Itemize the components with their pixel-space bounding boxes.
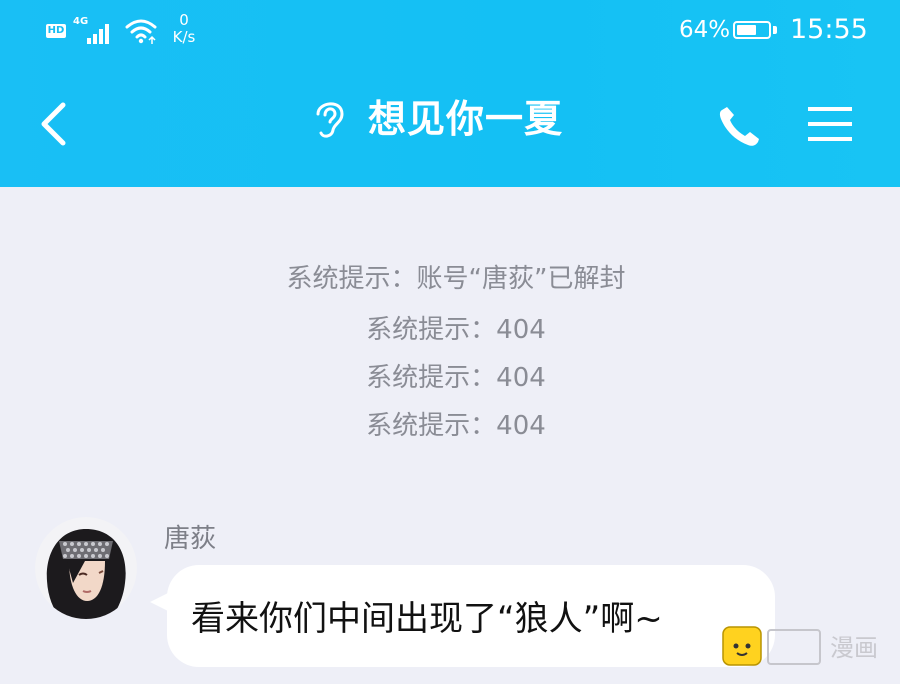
watermark-logo-icon: [722, 626, 762, 666]
hamburger-menu-icon[interactable]: [808, 104, 852, 144]
ear-icon[interactable]: [312, 97, 348, 139]
battery-percent: 64%: [679, 17, 731, 43]
watermark-text: 漫画: [830, 634, 878, 662]
wifi-icon: [125, 19, 157, 44]
avatar[interactable]: [35, 517, 137, 619]
message-bubble[interactable]: 看来你们中间出现了“狼人”啊~: [167, 565, 775, 667]
system-message: 系统提示：404: [366, 411, 546, 441]
message-text: 看来你们中间出现了“狼人”啊~: [191, 599, 663, 639]
battery-level: [737, 25, 756, 35]
battery-tip: [773, 26, 777, 34]
system-message: 系统提示：账号“唐荻”已解封: [286, 264, 626, 294]
status-bar: HD 4G 0 K/s 64% 15:55: [0, 0, 900, 60]
system-message: 系统提示：404: [366, 315, 546, 345]
system-message: 系统提示：404: [366, 363, 546, 393]
chat-header: HD 4G 0 K/s 64% 15:55 想见你一夏: [0, 0, 900, 187]
watermark-logo-text: 漫画: [767, 629, 878, 665]
network-speed-unit: K/s: [172, 28, 196, 46]
clock: 15:55: [790, 14, 868, 45]
network-type: 4G: [73, 16, 89, 27]
chat-title: 想见你一夏: [368, 97, 564, 141]
sender-name: 唐荻: [164, 524, 217, 554]
network-speed-value: 0: [179, 11, 189, 29]
back-chevron-icon[interactable]: [38, 101, 68, 147]
signal-icon: [87, 22, 113, 44]
phone-icon[interactable]: [717, 104, 763, 148]
battery-icon: [733, 21, 771, 39]
hd-badge: HD: [46, 24, 66, 38]
network-speed: 0 K/s: [168, 12, 200, 46]
